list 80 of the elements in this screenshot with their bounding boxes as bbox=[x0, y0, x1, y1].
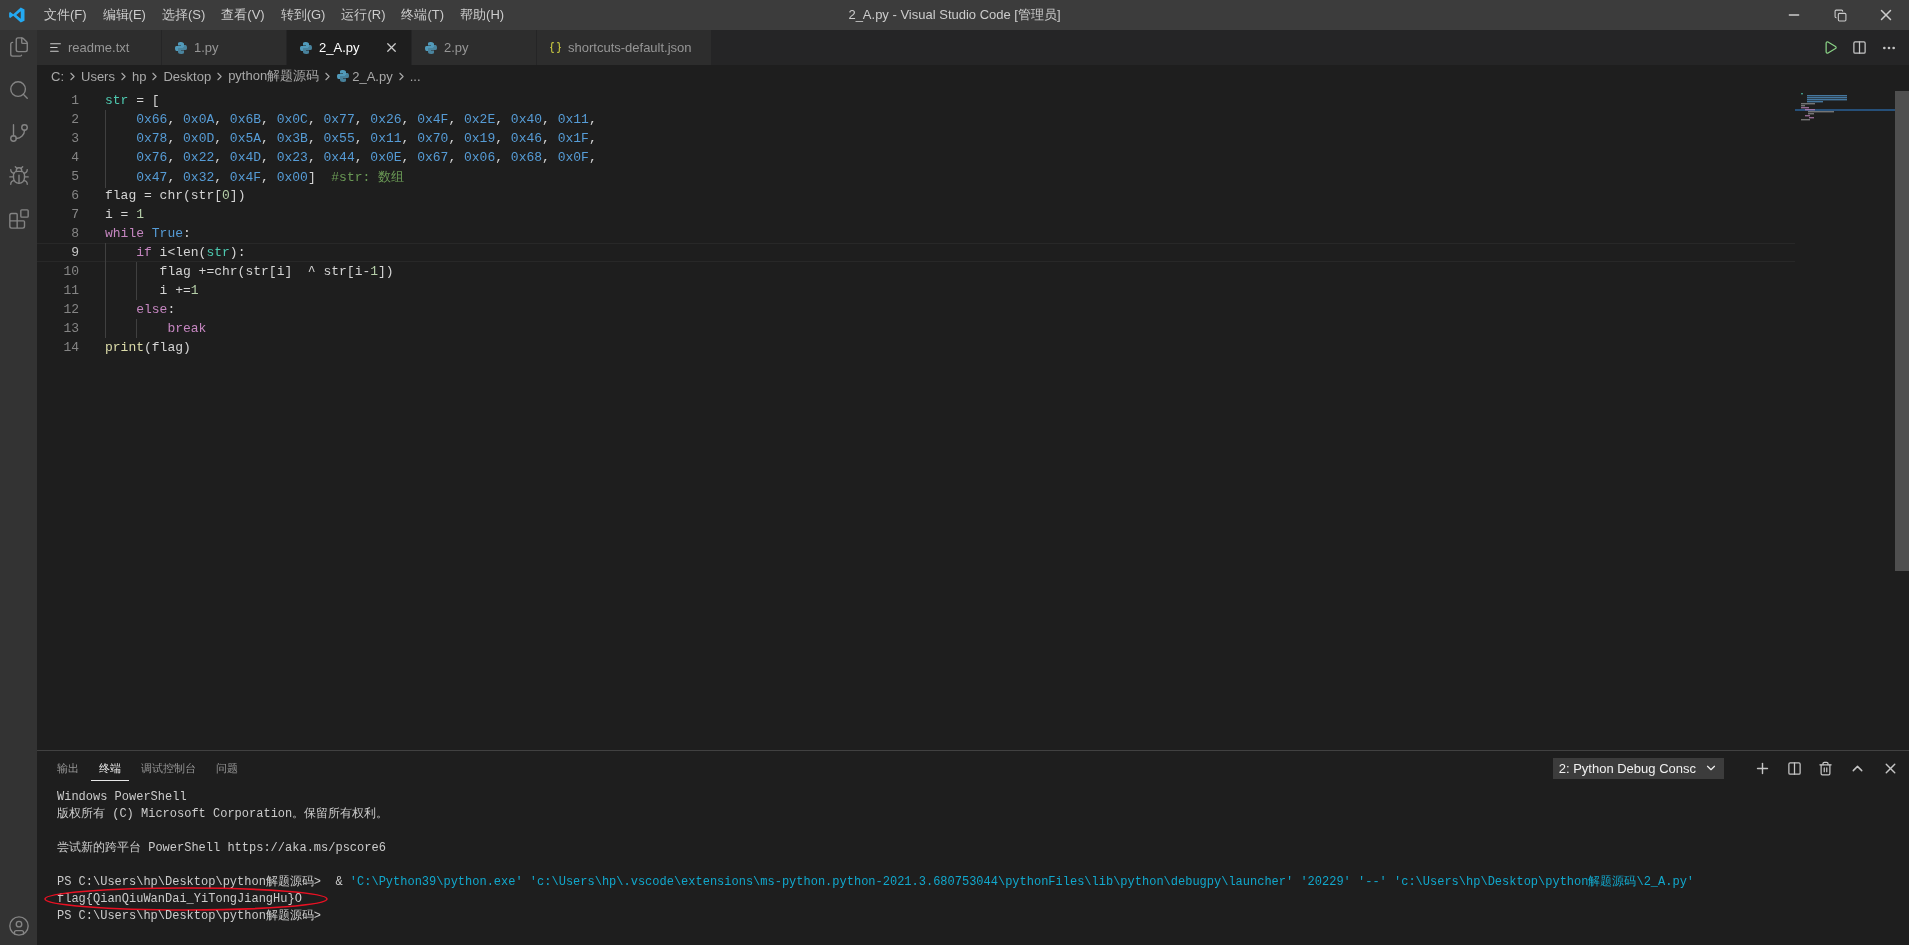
terminal-line: Windows PowerShell bbox=[57, 789, 188, 806]
breadcrumb-item[interactable]: 2_A.py bbox=[352, 68, 393, 84]
terminal-line: flag{QianQiuWanDai_YiTongJiangHu}O bbox=[57, 891, 303, 908]
line-number: 14 bbox=[62, 340, 79, 355]
python-file-icon bbox=[336, 69, 351, 83]
line-number: 1 bbox=[70, 93, 79, 108]
code-line: while True: bbox=[105, 226, 191, 241]
line-number: 4 bbox=[70, 150, 79, 165]
panel-tab[interactable]: 调试控制台 bbox=[133, 755, 204, 781]
menu-item[interactable]: 转到(G) bbox=[272, 6, 334, 24]
breadcrumb-item[interactable]: ... bbox=[409, 68, 421, 84]
line-number: 8 bbox=[70, 226, 79, 241]
split-editor-icon[interactable] bbox=[1852, 40, 1867, 55]
json-file-icon bbox=[549, 41, 562, 54]
code-line: 0x47, 0x32, 0x4F, 0x00] #str: 数组 bbox=[105, 167, 405, 186]
app-logo-icon bbox=[8, 6, 26, 24]
code-line: break bbox=[105, 321, 207, 336]
line-number: 13 bbox=[62, 321, 79, 336]
line-number: 2 bbox=[70, 112, 79, 127]
code-line: 0x76, 0x22, 0x4D, 0x23, 0x44, 0x0E, 0x67, 0x06, 0x68, 0x0F, bbox=[105, 150, 597, 165]
trash-icon[interactable] bbox=[1818, 760, 1833, 776]
code-line: if i<len(str): bbox=[105, 245, 246, 260]
panel-tab[interactable]: 输出 bbox=[49, 755, 87, 781]
editor-tab[interactable]: readme.txt bbox=[37, 30, 162, 65]
breadcrumb-item[interactable]: C: bbox=[51, 68, 64, 84]
menu-item[interactable]: 选择(S) bbox=[153, 6, 214, 24]
menu-item[interactable]: 文件(F) bbox=[36, 6, 95, 24]
scrollbar-thumb[interactable] bbox=[1895, 91, 1909, 571]
line-number: 7 bbox=[70, 207, 79, 222]
code-line: str = [ bbox=[105, 93, 160, 108]
breadcrumb-item[interactable]: python解题源码 bbox=[228, 67, 320, 85]
code-line: 0x78, 0x0D, 0x5A, 0x3B, 0x55, 0x11, 0x70, 0x19, 0x46, 0x1F, bbox=[105, 131, 597, 146]
terminal-select[interactable]: 2: Python Debug Consc bbox=[1552, 757, 1724, 779]
panel-tab[interactable]: 终端 bbox=[91, 755, 129, 781]
editor-tab[interactable]: 2.py bbox=[412, 30, 537, 65]
python-file-icon bbox=[299, 40, 313, 55]
extensions-icon[interactable] bbox=[7, 208, 30, 230]
python-file-icon bbox=[174, 40, 188, 55]
line-number: 5 bbox=[70, 169, 79, 184]
code-line: 0x66, 0x0A, 0x6B, 0x0C, 0x77, 0x26, 0x4F, 0x2E, 0x40, 0x11, bbox=[105, 112, 597, 127]
line-number: 6 bbox=[70, 188, 79, 203]
line-number: 9 bbox=[70, 245, 79, 260]
search-icon[interactable] bbox=[7, 79, 30, 101]
bug-icon[interactable] bbox=[7, 165, 30, 187]
line-number: 11 bbox=[62, 283, 79, 298]
menu-item[interactable]: 帮助(H) bbox=[452, 6, 513, 24]
code-line: flag +=chr(str[i] ^ str[i-1]) bbox=[105, 264, 394, 279]
restore-icon[interactable] bbox=[1833, 8, 1847, 22]
menu-item[interactable]: 终端(T) bbox=[393, 6, 453, 24]
editor-tab[interactable]: 1.py bbox=[162, 30, 287, 65]
code-line: i +=1 bbox=[105, 283, 199, 298]
menu-item[interactable]: 编辑(E) bbox=[94, 6, 154, 24]
breadcrumb-item[interactable]: Desktop bbox=[163, 68, 212, 84]
panel-tab[interactable]: 问题 bbox=[208, 755, 246, 781]
close-icon[interactable] bbox=[384, 40, 399, 55]
breadcrumb-item[interactable]: hp bbox=[131, 68, 147, 84]
code-line: flag = chr(str[0]) bbox=[105, 188, 246, 203]
editor-tab[interactable]: 2_A.py bbox=[287, 30, 412, 65]
line-number: 3 bbox=[70, 131, 79, 146]
code-line: i = 1 bbox=[105, 207, 145, 222]
python-file-icon bbox=[424, 40, 438, 55]
text-file-icon bbox=[49, 41, 62, 54]
terminal-line: 尝试新的跨平台 PowerShell https://aka.ms/pscore6 bbox=[57, 840, 387, 857]
terminal-line: 版权所有 (C) Microsoft Corporation。保留所有权利。 bbox=[57, 806, 390, 823]
split-terminal-icon[interactable] bbox=[1787, 760, 1802, 776]
source-control-icon[interactable] bbox=[7, 122, 30, 144]
terminal-line: PS C:\Users\hp\Desktop\python解题源码> & 'C:\Python39\python.exe' 'c:\Users\hp\.vscode\extensions\ms-python.python-2021.3.680753044\pythonFiles\lib\python\debugpy\launcher' '20229' '--' 'c:\Users\hp\Desktop\python解题源码\2_A.py' bbox=[57, 874, 1696, 891]
line-number: 12 bbox=[62, 302, 79, 317]
breadcrumb-item[interactable]: Users bbox=[81, 68, 115, 84]
terminal-line: PS C:\Users\hp\Desktop\python解题源码> bbox=[57, 908, 323, 925]
menu-item[interactable]: 查看(V) bbox=[213, 6, 273, 24]
window-title: 2_A.py - Visual Studio Code [管理员] bbox=[848, 6, 1061, 24]
line-number: 10 bbox=[62, 264, 79, 279]
code-line: print(flag) bbox=[105, 340, 191, 355]
account-icon[interactable] bbox=[7, 915, 30, 937]
explorer-icon[interactable] bbox=[7, 36, 30, 58]
run-icon[interactable] bbox=[1823, 40, 1838, 55]
code-line: else: bbox=[105, 302, 176, 317]
editor-tab[interactable]: shortcuts-default.json bbox=[537, 30, 712, 65]
menu-item[interactable]: 运行(R) bbox=[333, 6, 394, 24]
